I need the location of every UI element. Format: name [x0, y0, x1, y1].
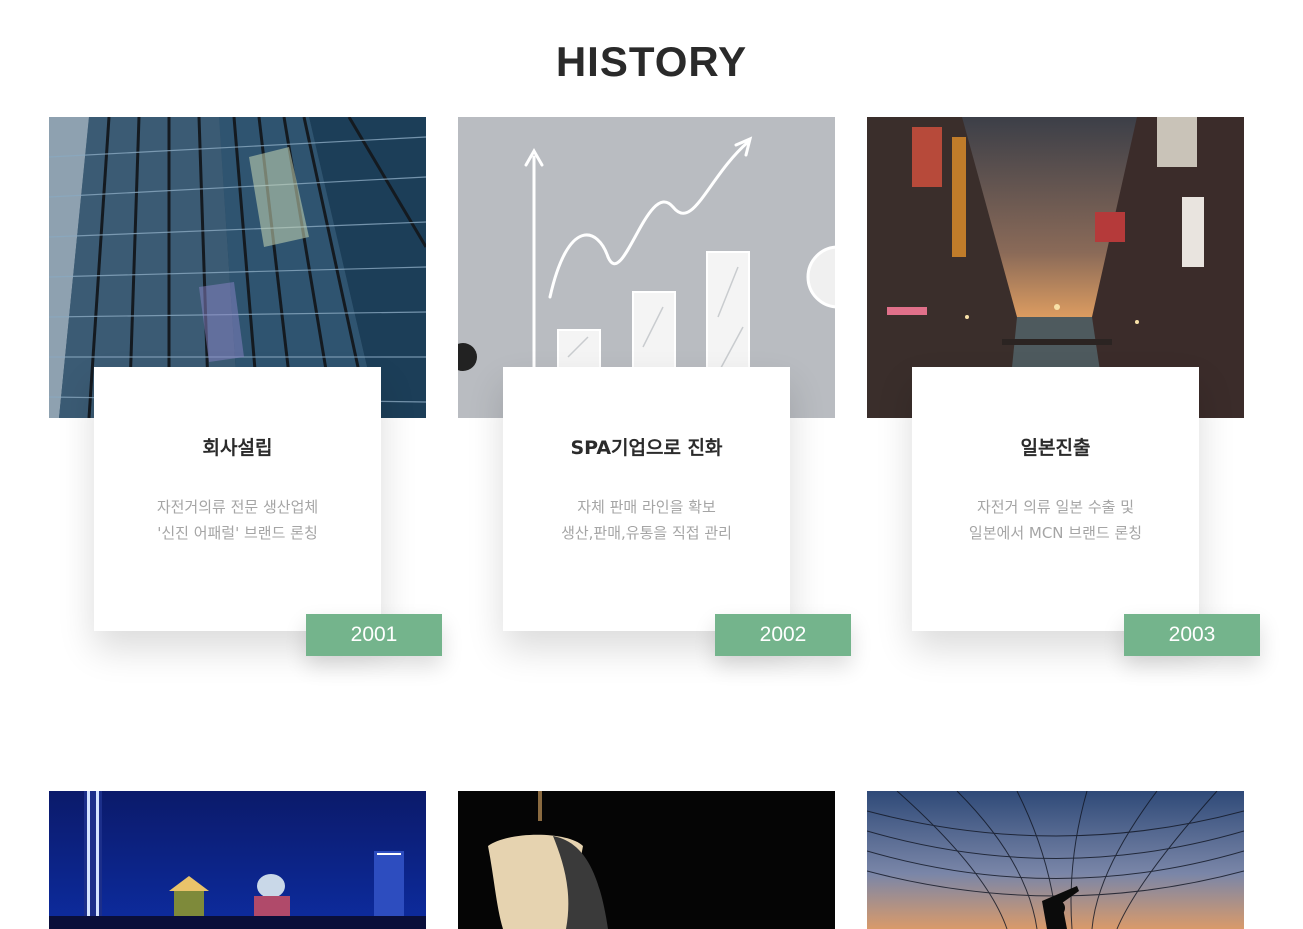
history-description: 자전거의류 전문 생산업체 '신진 어패럴' 브랜드 론칭 [94, 494, 381, 546]
history-title: 일본진출 [1020, 437, 1091, 459]
history-description: 자체 판매 라인을 확보 생산,판매,유통을 직접 관리 [503, 494, 790, 546]
year-badge: 2001 [306, 614, 442, 656]
history-title: 회사설립 [202, 437, 273, 459]
history-description-line: 일본에서 MCN 브랜드 론칭 [968, 524, 1143, 542]
history-description-line: '신진 어패럴' 브랜드 론칭 [157, 524, 318, 542]
history-description-line: 자체 판매 라인을 확보 [577, 498, 716, 516]
history-box: 회사설립 자전거의류 전문 생산업체 '신진 어패럴' 브랜드 론칭 [94, 367, 381, 631]
history-description-line: 생산,판매,유통을 직접 관리 [561, 524, 732, 542]
history-card: 일본진출 자전거 의류 일본 수출 및 일본에서 MCN 브랜드 론칭 2003 [867, 117, 1260, 677]
history-card: 회사설립 자전거의류 전문 생산업체 '신진 어패럴' 브랜드 론칭 2001 [49, 117, 442, 677]
net-sunset-silhouette-photo [867, 791, 1244, 929]
year-badge: 2003 [1124, 614, 1260, 656]
history-box: SPA기업으로 진화 자체 판매 라인을 확보 생산,판매,유통을 직접 관리 [503, 367, 790, 631]
history-card: SPA기업으로 진화 자체 판매 라인을 확보 생산,판매,유통을 직접 관리 … [458, 117, 851, 677]
year-badge: 2002 [715, 614, 851, 656]
night-city-skyline-photo [49, 791, 426, 929]
history-description: 자전거 의류 일본 수출 및 일본에서 MCN 브랜드 론칭 [912, 494, 1199, 546]
history-description-line: 자전거 의류 일본 수출 및 [976, 498, 1135, 516]
history-description-line: 자전거의류 전문 생산업체 [156, 498, 319, 516]
section-title: HISTORY [555, 38, 748, 85]
history-box: 일본진출 자전거 의류 일본 수출 및 일본에서 MCN 브랜드 론칭 [912, 367, 1199, 631]
history-title: SPA기업으로 진화 [570, 437, 723, 459]
dress-mannequin-photo [458, 791, 835, 929]
